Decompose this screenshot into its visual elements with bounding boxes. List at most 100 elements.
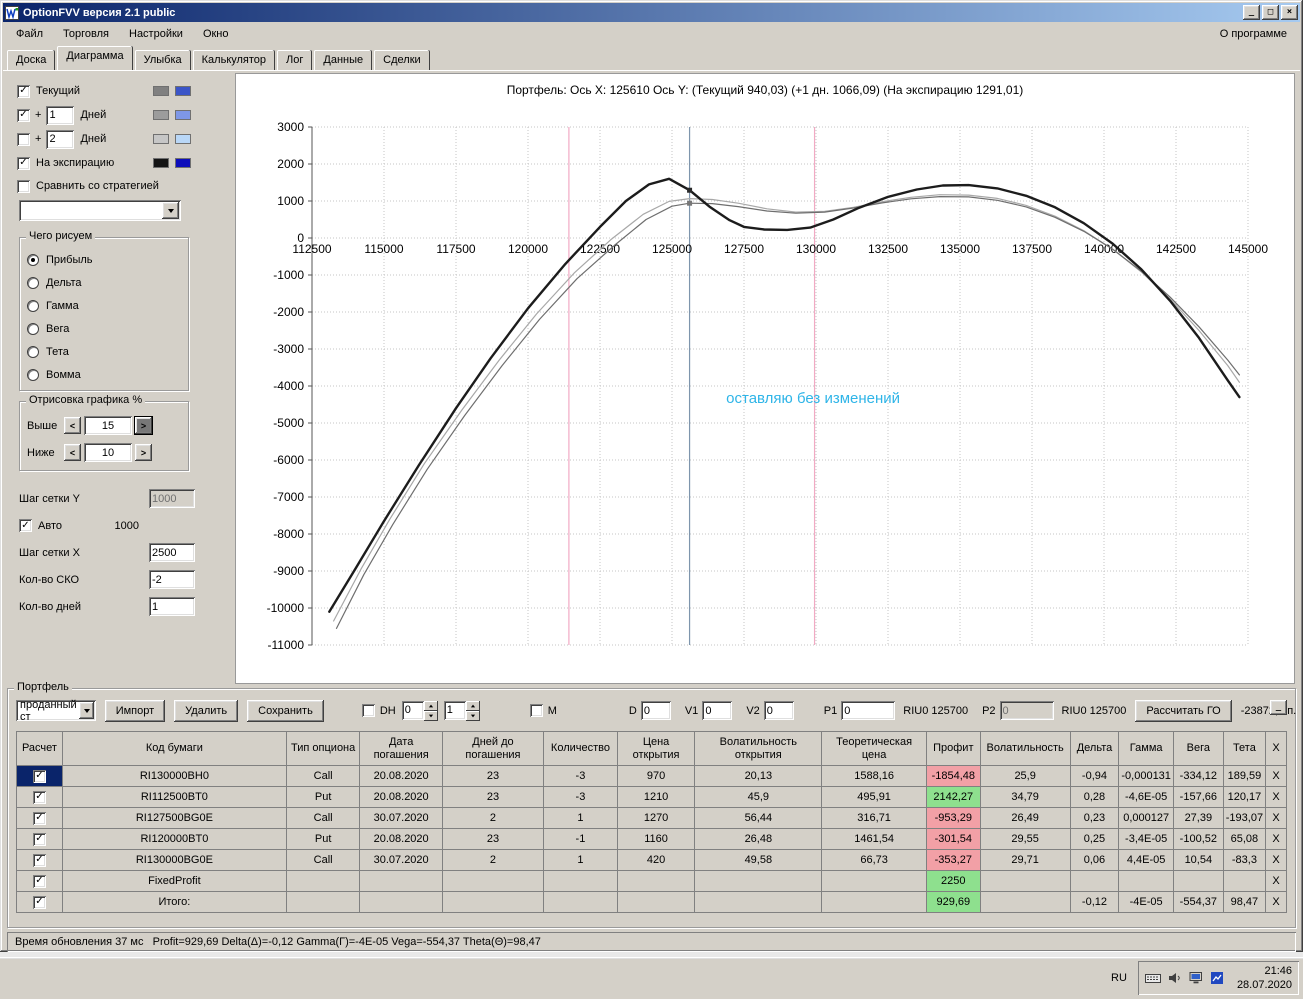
strategy-select[interactable]: проданный ст — [16, 700, 96, 721]
remove-row-button[interactable]: X — [1266, 892, 1287, 913]
row-calc-checkbox[interactable]: ✓ — [33, 875, 46, 888]
maximize-button[interactable]: □ — [1262, 5, 1279, 20]
above-decrease-button[interactable]: < — [64, 417, 81, 434]
remove-row-button[interactable]: X — [1266, 850, 1287, 871]
color-swatch[interactable] — [175, 158, 191, 168]
color-swatch[interactable] — [153, 86, 169, 96]
color-swatch[interactable] — [153, 134, 169, 144]
display-icon[interactable] — [1189, 972, 1204, 984]
remove-row-button[interactable]: X — [1266, 787, 1287, 808]
radio-vega[interactable] — [27, 323, 39, 335]
minimize-button[interactable]: _ — [1243, 5, 1260, 20]
calc-cell[interactable]: ✓ — [17, 829, 63, 850]
spin-down-icon[interactable] — [466, 711, 480, 721]
curve-checkbox-current[interactable]: ✓ — [17, 85, 30, 98]
radio-gamma[interactable] — [27, 300, 39, 312]
menu-item-file[interactable]: Файл — [6, 24, 53, 44]
tab-diagram[interactable]: Диаграмма — [57, 46, 132, 70]
keyboard-icon[interactable] — [1145, 972, 1161, 984]
v2-input[interactable] — [764, 701, 794, 720]
draw-option-gamma[interactable]: Гамма — [27, 294, 181, 317]
profit-chart[interactable]: 3000200010000-1000-2000-3000-4000-5000-6… — [236, 99, 1292, 665]
row-calc-checkbox[interactable]: ✓ — [33, 854, 46, 867]
chevron-down-icon[interactable] — [79, 702, 93, 719]
chevron-down-icon[interactable] — [162, 202, 179, 219]
calc-cell[interactable]: ✓ — [17, 871, 63, 892]
calc-cell[interactable]: ✓ — [17, 892, 63, 913]
radio-vomma[interactable] — [27, 369, 39, 381]
taskbar[interactable]: RU 21:46 28.07.2020 — [0, 957, 1303, 999]
color-swatch[interactable] — [153, 158, 169, 168]
spin-up-icon[interactable] — [466, 701, 480, 711]
below-decrease-button[interactable]: < — [64, 444, 81, 461]
row-calc-checkbox[interactable]: ✓ — [33, 833, 46, 846]
curve-checkbox-plus2[interactable] — [17, 133, 30, 146]
color-swatch[interactable] — [153, 110, 169, 120]
curve-checkbox-plus1[interactable]: ✓ — [17, 109, 30, 122]
menu-item-settings[interactable]: Настройки — [119, 24, 193, 44]
v1-input[interactable] — [702, 701, 732, 720]
strategy-compare-dropdown[interactable] — [19, 200, 181, 221]
draw-option-delta[interactable]: Дельта — [27, 271, 181, 294]
p1-input[interactable] — [841, 701, 895, 720]
color-swatch[interactable] — [175, 86, 191, 96]
tab-trades[interactable]: Сделки — [374, 50, 430, 70]
radio-delta[interactable] — [27, 277, 39, 289]
row-calc-checkbox[interactable]: ✓ — [33, 812, 46, 825]
tab-data[interactable]: Данные — [314, 50, 372, 70]
radio-theta[interactable] — [27, 346, 39, 358]
compare-strategy-checkbox[interactable] — [17, 180, 30, 193]
draw-option-profit[interactable]: Прибыль — [27, 248, 181, 271]
calc-cell[interactable]: ✓ — [17, 787, 63, 808]
remove-row-button[interactable]: X — [1266, 871, 1287, 892]
dh-spinner-2-input[interactable] — [444, 701, 466, 720]
tab-smile[interactable]: Улыбка — [135, 50, 191, 70]
spin-down-icon[interactable] — [424, 711, 438, 721]
dh-spinner-1-input[interactable] — [402, 701, 424, 720]
import-button[interactable]: Импорт — [105, 700, 165, 722]
menu-item-trading[interactable]: Торговля — [53, 24, 119, 44]
above-input[interactable] — [84, 416, 132, 435]
draw-option-theta[interactable]: Тета — [27, 340, 181, 363]
menu-item-window[interactable]: Окно — [193, 24, 239, 44]
menu-item-about[interactable]: О программе — [1210, 24, 1297, 44]
above-increase-button[interactable]: > — [135, 417, 152, 434]
m-checkbox[interactable] — [530, 704, 543, 717]
days-offset-input-plus1[interactable] — [46, 106, 74, 125]
tab-log[interactable]: Лог — [277, 50, 312, 70]
draw-option-vega[interactable]: Вега — [27, 317, 181, 340]
spin-up-icon[interactable] — [424, 701, 438, 711]
dh-checkbox[interactable] — [362, 704, 375, 717]
below-input[interactable] — [84, 443, 132, 462]
language-indicator[interactable]: RU — [1105, 969, 1133, 987]
title-bar[interactable]: OptionFVV версия 2.1 public _ □ × — [3, 3, 1300, 22]
grid-x-input[interactable] — [149, 543, 195, 562]
row-calc-checkbox[interactable]: ✓ — [33, 770, 46, 783]
d-input[interactable] — [641, 701, 671, 720]
network-icon[interactable] — [1211, 972, 1223, 984]
delete-button[interactable]: Удалить — [174, 700, 238, 722]
tab-calculator[interactable]: Калькулятор — [193, 50, 275, 70]
radio-profit[interactable] — [27, 254, 39, 266]
remove-row-button[interactable]: X — [1266, 766, 1287, 787]
tab-board[interactable]: Доска — [7, 50, 55, 70]
below-increase-button[interactable]: > — [135, 444, 152, 461]
row-calc-checkbox[interactable]: ✓ — [33, 896, 46, 909]
curve-checkbox-expiration[interactable]: ✓ — [17, 157, 30, 170]
calc-cell[interactable]: ✓ — [17, 766, 63, 787]
remove-row-button[interactable]: X — [1266, 829, 1287, 850]
remove-row-button[interactable]: X — [1266, 808, 1287, 829]
auto-checkbox[interactable]: ✓ — [19, 519, 32, 532]
calculate-go-button[interactable]: Рассчитать ГО — [1135, 700, 1231, 722]
collapse-portfolio-button[interactable]: _ — [1270, 700, 1287, 715]
calc-cell[interactable]: ✓ — [17, 808, 63, 829]
row-calc-checkbox[interactable]: ✓ — [33, 791, 46, 804]
clock[interactable]: 21:46 28.07.2020 — [1237, 964, 1292, 993]
sko-input[interactable] — [149, 570, 195, 589]
volume-icon[interactable] — [1168, 972, 1182, 984]
close-button[interactable]: × — [1281, 5, 1298, 20]
color-swatch[interactable] — [175, 110, 191, 120]
days-count-input[interactable] — [149, 597, 195, 616]
draw-option-vomma[interactable]: Вомма — [27, 363, 181, 386]
save-button[interactable]: Сохранить — [247, 700, 324, 722]
